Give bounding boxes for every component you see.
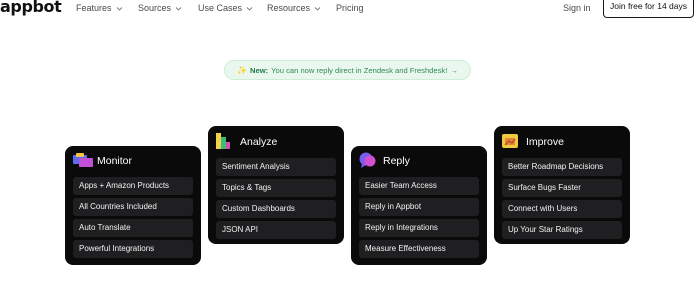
card-item[interactable]: Sentiment Analysis	[216, 158, 336, 176]
nav-resources[interactable]: Resources	[267, 3, 321, 13]
nav-pricing[interactable]: Pricing	[336, 3, 364, 13]
appbot-logo[interactable]: appbot	[0, 0, 62, 16]
announcement-prefix: New:	[250, 65, 269, 75]
landing-page: appbot Features Sources Use Cases Resour…	[0, 0, 696, 299]
improve-icon	[502, 134, 518, 153]
chevron-down-icon	[246, 5, 253, 12]
chevron-down-icon	[116, 5, 123, 12]
card-item[interactable]: Connect with Users	[502, 200, 622, 218]
card-item[interactable]: Surface Bugs Faster	[502, 179, 622, 197]
nav-resources-label: Resources	[267, 3, 311, 13]
card-item[interactable]: Reply in Integrations	[359, 219, 479, 237]
card-title: Monitor	[97, 155, 133, 167]
analyze-icon	[216, 133, 230, 154]
nav-features-label: Features	[76, 3, 112, 13]
nav-use-cases-label: Use Cases	[198, 3, 243, 13]
nav-sources[interactable]: Sources	[138, 3, 182, 13]
nav-use-cases[interactable]: Use Cases	[198, 3, 253, 13]
card-title: Improve	[526, 136, 564, 148]
sparkle-icon: ✨	[237, 65, 248, 75]
nav-features[interactable]: Features	[76, 3, 123, 13]
card-item[interactable]: Auto Translate	[73, 219, 193, 237]
sign-in-link[interactable]: Sign in	[563, 3, 591, 13]
card-item[interactable]: All Countries Included	[73, 198, 193, 216]
top-nav: appbot Features Sources Use Cases Resour…	[0, 0, 696, 20]
chevron-down-icon	[314, 5, 321, 12]
join-free-button[interactable]: Join free for 14 days	[603, 0, 694, 18]
nav-sources-label: Sources	[138, 3, 172, 13]
card-monitor: Monitor Apps + Amazon Products All Count…	[65, 146, 201, 265]
announcement-banner[interactable]: ✨ New: You can now reply direct in Zende…	[224, 60, 471, 80]
card-item[interactable]: Measure Effectiveness	[359, 240, 479, 258]
announcement-text: You can now reply direct in Zendesk and …	[271, 65, 448, 75]
card-item[interactable]: Topics & Tags	[216, 179, 336, 197]
card-reply: Reply Easier Team Access Reply in Appbot…	[351, 146, 487, 265]
card-item[interactable]: Apps + Amazon Products	[73, 177, 193, 195]
card-item[interactable]: Powerful Integrations	[73, 240, 193, 258]
reply-icon	[359, 152, 377, 173]
chevron-down-icon	[175, 5, 182, 12]
monitor-icon	[73, 153, 93, 172]
card-item[interactable]: JSON API	[216, 221, 336, 239]
arrow-right-icon: →	[450, 65, 458, 75]
card-improve: Improve Better Roadmap Decisions Surface…	[494, 126, 630, 244]
card-analyze: Analyze Sentiment Analysis Topics & Tags…	[208, 126, 344, 244]
nav-pricing-label: Pricing	[336, 3, 364, 13]
card-title: Reply	[383, 155, 410, 167]
card-item[interactable]: Up Your Star Ratings	[502, 221, 622, 239]
card-item[interactable]: Easier Team Access	[359, 177, 479, 195]
card-item[interactable]: Reply in Appbot	[359, 198, 479, 216]
card-item[interactable]: Better Roadmap Decisions	[502, 158, 622, 176]
card-title: Analyze	[240, 136, 278, 148]
card-item[interactable]: Custom Dashboards	[216, 200, 336, 218]
